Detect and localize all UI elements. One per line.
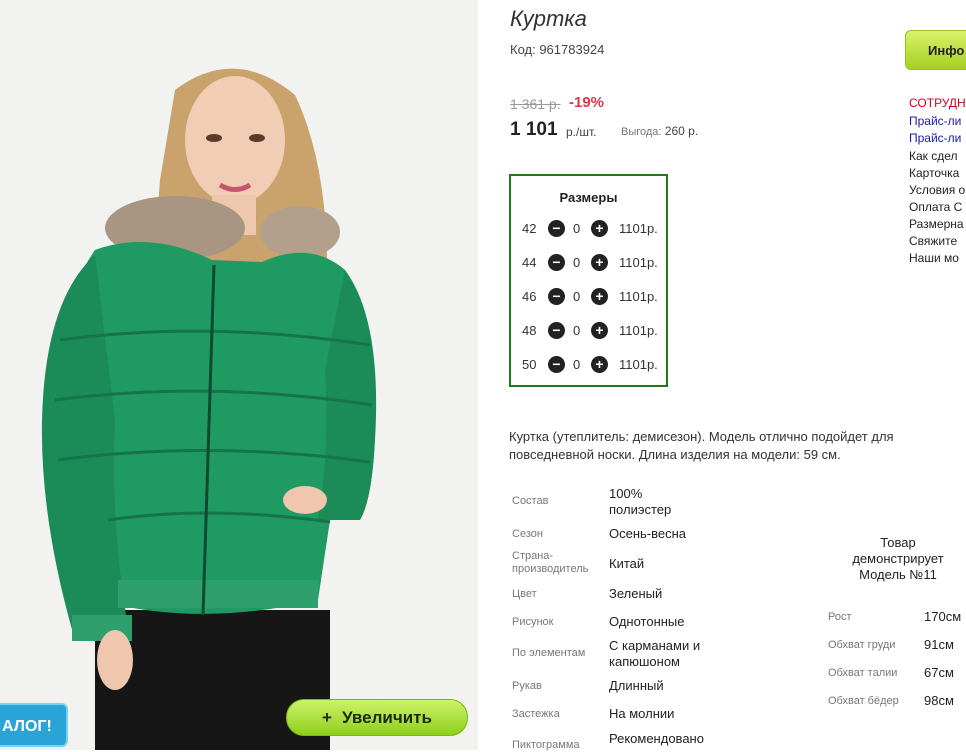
size-value: 46 — [522, 289, 537, 304]
property-label: Рукав — [512, 680, 542, 692]
plus-icon[interactable]: + — [591, 322, 608, 339]
size-value: 44 — [522, 255, 537, 270]
property-value: 100% полиэстер — [609, 486, 672, 517]
size-row: 42 − 0 + 1101р. — [511, 219, 666, 239]
info-button[interactable]: Инфо — [905, 30, 966, 70]
benefit-label: Выгода: — [621, 126, 662, 138]
plus-icon[interactable]: + — [591, 288, 608, 305]
current-price: 1 101 — [510, 119, 558, 140]
property-value: Рекомендовано — [609, 731, 704, 746]
sidebar-link[interactable]: Свяжите — [909, 234, 957, 248]
measurement-value: 98см — [924, 693, 954, 708]
property-label: Застежка — [512, 708, 560, 720]
model-wearing-jacket-image — [0, 0, 478, 750]
property-label: Сезон — [512, 528, 543, 540]
sidebar-link[interactable]: СОТРУДН — [909, 96, 966, 110]
property-value: На молнии — [609, 706, 675, 721]
size-selector: Размеры 42 − 0 + 1101р. 44 − 0 + 1101р. … — [509, 174, 668, 387]
product-title: Куртка — [510, 6, 587, 31]
minus-icon[interactable]: − — [548, 220, 565, 237]
sidebar-link[interactable]: Прайс-ли — [909, 131, 961, 145]
discount-badge: -19% — [569, 94, 605, 111]
size-value: 42 — [522, 221, 537, 236]
property-label: Страна-производитель — [512, 550, 589, 575]
zoom-button[interactable]: + Увеличить — [286, 699, 468, 736]
quantity-value: 0 — [573, 221, 581, 236]
size-price: 1101р. — [619, 221, 658, 236]
property-label: По элементам — [512, 647, 586, 659]
sizes-header: Размеры — [559, 190, 618, 205]
property-value: Длинный — [609, 678, 664, 693]
product-description: Куртка (утеплитель: демисезон). Модель о… — [509, 429, 894, 462]
size-row: 44 − 0 + 1101р. — [511, 253, 666, 273]
minus-icon[interactable]: − — [548, 254, 565, 271]
quantity-value: 0 — [573, 255, 581, 270]
plus-icon: + — [322, 707, 332, 727]
property-value: С карманами и капюшоном — [609, 638, 701, 669]
property-value: Осень-весна — [609, 526, 687, 541]
property-label: Пиктограмма — [512, 739, 580, 751]
sidebar-link[interactable]: Прайс-ли — [909, 114, 961, 128]
model-caption: Товар демонстрирует Модель №11 — [852, 535, 944, 582]
sidebar-link[interactable]: Наши мо — [909, 251, 959, 265]
measurement-label: Обхват груди — [828, 639, 896, 651]
plus-icon[interactable]: + — [591, 356, 608, 373]
size-price: 1101р. — [619, 255, 658, 270]
size-price: 1101р. — [619, 289, 658, 304]
size-price: 1101р. — [619, 357, 658, 372]
product-photo[interactable] — [0, 0, 478, 750]
minus-icon[interactable]: − — [548, 288, 565, 305]
measurement-value: 170см — [924, 609, 962, 624]
sidebar-link[interactable]: Карточка — [909, 166, 959, 180]
plus-icon[interactable]: + — [591, 254, 608, 271]
zoom-button-label: Увеличить — [341, 707, 432, 727]
product-code: Код: 961783924 — [510, 42, 605, 57]
size-price: 1101р. — [619, 323, 658, 338]
property-label: Состав — [512, 495, 549, 507]
property-label: Рисунок — [512, 616, 554, 628]
property-label: Цвет — [512, 588, 537, 600]
quantity-value: 0 — [573, 357, 581, 372]
size-value: 50 — [522, 357, 537, 372]
price-unit: р./шт. — [566, 125, 597, 139]
old-price: 1 361 р. — [510, 96, 561, 112]
benefit-value: 260 р. — [664, 124, 699, 138]
benefit: Выгода: 260 р. — [621, 124, 698, 138]
sidebar-link[interactable]: Размерна — [909, 217, 964, 231]
sidebar-link[interactable]: Оплата С — [909, 200, 962, 214]
measurement-value: 67см — [924, 665, 954, 680]
quantity-value: 0 — [573, 289, 581, 304]
property-value: Зеленый — [609, 586, 663, 601]
catalog-badge[interactable]: АЛОГ! — [0, 703, 68, 747]
measurement-label: Обхват бёдер — [828, 695, 899, 707]
size-row: 48 − 0 + 1101р. — [511, 321, 666, 341]
measurement-label: Рост — [828, 611, 852, 623]
minus-icon[interactable]: − — [548, 322, 565, 339]
measurement-label: Обхват талии — [828, 667, 898, 679]
size-value: 48 — [522, 323, 537, 338]
size-row: 46 − 0 + 1101р. — [511, 287, 666, 307]
plus-icon[interactable]: + — [591, 220, 608, 237]
sidebar-link[interactable]: Как сдел — [909, 149, 958, 163]
property-value: Однотонные — [609, 614, 685, 629]
property-value: Китай — [609, 556, 645, 571]
quantity-value: 0 — [573, 323, 581, 338]
minus-icon[interactable]: − — [548, 356, 565, 373]
size-row: 50 − 0 + 1101р. — [511, 355, 666, 375]
measurement-value: 91см — [924, 637, 954, 652]
sidebar-link[interactable]: Условия о — [909, 183, 965, 197]
